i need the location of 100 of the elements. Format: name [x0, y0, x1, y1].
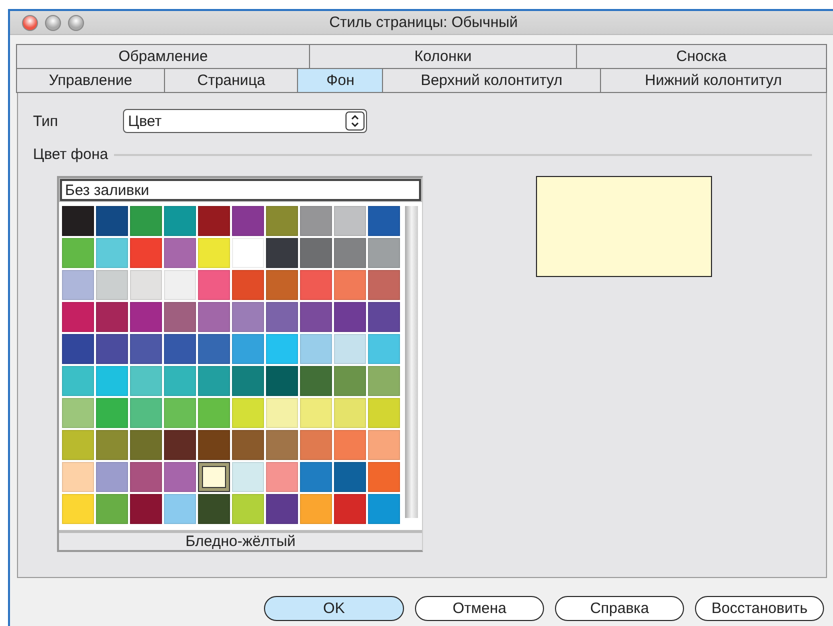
color-swatch[interactable] — [96, 366, 128, 396]
color-swatch[interactable] — [130, 206, 162, 236]
color-swatch[interactable] — [198, 398, 230, 428]
color-swatch[interactable] — [266, 366, 298, 396]
color-swatch[interactable] — [368, 462, 400, 492]
close-icon[interactable] — [22, 14, 38, 30]
tab[interactable]: Страница — [164, 68, 298, 93]
color-swatch[interactable] — [368, 206, 400, 236]
color-swatch[interactable] — [198, 270, 230, 300]
color-swatch[interactable] — [130, 270, 162, 300]
color-swatch[interactable] — [232, 462, 264, 492]
color-swatch[interactable] — [266, 398, 298, 428]
color-swatch[interactable] — [334, 366, 366, 396]
color-swatch[interactable] — [198, 238, 230, 268]
color-swatch[interactable] — [198, 430, 230, 460]
color-swatch[interactable] — [164, 494, 196, 524]
color-swatch[interactable] — [266, 462, 298, 492]
color-swatch[interactable] — [368, 238, 400, 268]
color-swatch[interactable] — [62, 398, 94, 428]
color-swatch[interactable] — [232, 494, 264, 524]
color-swatch[interactable] — [96, 398, 128, 428]
color-swatch[interactable] — [300, 430, 332, 460]
color-swatch[interactable] — [198, 206, 230, 236]
color-swatch[interactable] — [368, 430, 400, 460]
color-swatch[interactable] — [232, 334, 264, 364]
color-swatch[interactable] — [96, 462, 128, 492]
color-swatch[interactable] — [300, 462, 332, 492]
color-swatch[interactable] — [164, 398, 196, 428]
color-swatch[interactable] — [266, 206, 298, 236]
color-swatch[interactable] — [266, 238, 298, 268]
color-swatch[interactable] — [62, 238, 94, 268]
color-swatch[interactable] — [62, 430, 94, 460]
color-swatch[interactable] — [130, 462, 162, 492]
color-swatch[interactable] — [232, 302, 264, 332]
color-swatch[interactable] — [368, 366, 400, 396]
color-swatch[interactable] — [300, 398, 332, 428]
color-swatch[interactable] — [334, 238, 366, 268]
color-swatch[interactable] — [266, 494, 298, 524]
color-swatch[interactable] — [300, 238, 332, 268]
color-swatch[interactable] — [266, 430, 298, 460]
color-swatch[interactable] — [164, 430, 196, 460]
color-swatch[interactable] — [266, 334, 298, 364]
color-swatch[interactable] — [62, 494, 94, 524]
color-swatch[interactable] — [96, 206, 128, 236]
tab[interactable]: Верхний колонтитул — [382, 68, 601, 93]
dialog-button[interactable]: Восстановить — [695, 596, 824, 621]
color-swatch[interactable] — [164, 366, 196, 396]
color-swatch[interactable] — [62, 302, 94, 332]
color-swatch[interactable] — [62, 462, 94, 492]
color-swatch[interactable] — [130, 334, 162, 364]
color-swatch[interactable] — [232, 206, 264, 236]
color-swatch[interactable] — [164, 462, 196, 492]
tab[interactable]: Сноска — [576, 44, 827, 69]
tab[interactable]: Обрамление — [16, 44, 310, 69]
color-swatch[interactable] — [130, 430, 162, 460]
color-swatch[interactable] — [368, 494, 400, 524]
color-swatch[interactable] — [198, 366, 230, 396]
color-swatch[interactable] — [300, 302, 332, 332]
tab[interactable]: Нижний колонтитул — [600, 68, 827, 93]
color-swatch[interactable] — [300, 334, 332, 364]
color-swatch[interactable] — [62, 206, 94, 236]
tab[interactable]: Фон — [297, 68, 384, 93]
color-swatch[interactable] — [334, 430, 366, 460]
color-swatch[interactable] — [334, 494, 366, 524]
color-swatch[interactable] — [164, 238, 196, 268]
color-swatch[interactable] — [334, 334, 366, 364]
zoom-icon[interactable] — [68, 14, 84, 30]
color-swatch[interactable] — [368, 270, 400, 300]
color-swatch[interactable] — [130, 238, 162, 268]
color-swatch[interactable] — [198, 494, 230, 524]
tab[interactable]: Колонки — [309, 44, 577, 69]
color-swatch[interactable] — [96, 494, 128, 524]
color-swatch[interactable] — [130, 494, 162, 524]
scrollbar[interactable] — [405, 206, 418, 518]
color-swatch[interactable] — [130, 302, 162, 332]
color-swatch[interactable] — [62, 366, 94, 396]
color-swatch[interactable] — [164, 334, 196, 364]
color-swatch[interactable] — [334, 302, 366, 332]
color-swatch[interactable] — [368, 302, 400, 332]
color-swatch[interactable] — [334, 462, 366, 492]
color-swatch[interactable] — [96, 270, 128, 300]
color-swatch[interactable] — [232, 430, 264, 460]
color-swatch[interactable] — [232, 366, 264, 396]
dialog-button[interactable]: Отмена — [415, 596, 544, 621]
color-swatch[interactable] — [232, 270, 264, 300]
color-swatch[interactable] — [198, 334, 230, 364]
color-swatch[interactable] — [368, 334, 400, 364]
color-swatch[interactable] — [164, 206, 196, 236]
dialog-button[interactable]: OK — [264, 596, 404, 621]
color-swatch[interactable] — [130, 366, 162, 396]
color-swatch[interactable] — [164, 302, 196, 332]
color-swatch[interactable] — [96, 334, 128, 364]
tab[interactable]: Управление — [16, 68, 166, 93]
color-swatch[interactable] — [334, 398, 366, 428]
color-swatch[interactable] — [164, 270, 196, 300]
color-swatch[interactable] — [130, 398, 162, 428]
color-swatch[interactable] — [300, 366, 332, 396]
color-swatch[interactable] — [266, 302, 298, 332]
color-swatch[interactable] — [266, 270, 298, 300]
color-swatch[interactable] — [334, 270, 366, 300]
